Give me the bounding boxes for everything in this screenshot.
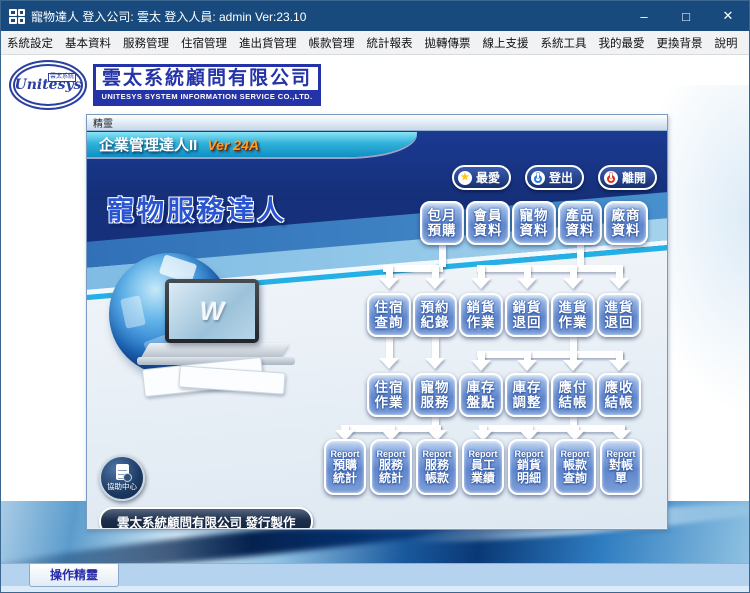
client-area: Unitesys 雲太系統 雲太系統顧問有限公司 UNITESYS SYSTEM… [1,55,749,563]
connector-line [577,245,584,267]
connector-arrow [609,278,629,289]
minimize-button[interactable]: – [623,1,665,31]
btn-payable-settlement[interactable]: 應付結帳 [551,373,595,417]
btn-purchase-return[interactable]: 進貨退回 [597,293,641,337]
btn-inventory-adjust[interactable]: 庫存調整 [505,373,549,417]
btn-report-prepurchase-stats[interactable]: Report預購統計 [324,439,366,495]
title-bar: 寵物達人 登入公司: 雲太 登入人員: admin Ver:23.10 – □ … [1,1,749,31]
connector-arrow [563,278,583,289]
help-doc-icon [116,464,129,480]
btn-purchase-operation[interactable]: 進貨作業 [551,293,595,337]
btn-reservation-record[interactable]: 預約紀錄 [413,293,457,337]
menu-favorites[interactable]: 我的最愛 [594,31,650,54]
menu-inout-goods-mgmt[interactable]: 進出貨管理 [234,31,302,54]
btn-inventory-count[interactable]: 庫存盤點 [459,373,503,417]
connector-line [432,337,439,359]
connector-arrow [517,278,537,289]
window-title: 寵物達人 登入公司: 雲太 登入人員: admin Ver:23.10 [31,8,306,25]
btn-product-data[interactable]: 產品資料 [558,201,602,245]
connector-line [524,265,531,279]
connector-line [386,265,393,279]
app-icon [9,9,25,24]
btn-report-service-stats[interactable]: Report服務統計 [370,439,412,495]
btn-pet-data[interactable]: 寵物資料 [512,201,556,245]
menu-online-support[interactable]: 線上支援 [478,31,534,54]
connector-arrow [379,278,399,289]
connector-line [479,425,625,432]
btn-lodging-inquiry[interactable]: 住宿查詢 [367,293,411,337]
favorite-button[interactable]: ★ 最愛 [452,165,511,190]
product-title: 企業管理達人II [99,134,197,155]
maximize-button[interactable]: □ [665,1,707,31]
connector-line [386,337,393,359]
menu-change-background[interactable]: 更換背景 [652,31,708,54]
btn-sales-return[interactable]: 銷貨退回 [505,293,549,337]
wizard-panel: 精靈 企業管理達人II Ver 24A ★ 最愛 [86,114,668,530]
btn-lodging-operation[interactable]: 住宿作業 [367,373,411,417]
connector-arrow [425,358,445,369]
connector-line [616,265,623,279]
connector-arrow [379,358,399,369]
exit-button[interactable]: 離開 [598,165,657,190]
connector-arrow [609,360,629,371]
menu-service-mgmt[interactable]: 服務管理 [118,31,174,54]
menu-voucher-transfer[interactable]: 拋轉傳票 [420,31,476,54]
btn-report-service-billing[interactable]: Report服務帳款 [416,439,458,495]
btn-monthly-prepurchase[interactable]: 包月預購 [420,201,464,245]
connector-line [477,351,623,358]
company-logo: Unitesys 雲太系統 雲太系統顧問有限公司 UNITESYS SYSTEM… [9,60,321,110]
help-center-button[interactable]: 協助中心 [99,455,145,501]
btn-report-employee-performance[interactable]: Report員工業績 [462,439,504,495]
menu-statistics-reports[interactable]: 統計報表 [362,31,418,54]
connector-arrow [471,360,491,371]
connector-line [478,265,485,279]
company-name-box: 雲太系統顧問有限公司 UNITESYS SYSTEM INFORMATION S… [93,64,321,106]
power-blue-icon [531,171,545,185]
btn-member-data[interactable]: 會員資料 [466,201,510,245]
menu-basic-data[interactable]: 基本資料 [60,31,116,54]
connector-arrow [517,360,537,371]
screen-letter: W [200,296,225,327]
btn-pet-service[interactable]: 寵物服務 [413,373,457,417]
connector-arrow [425,278,445,289]
power-red-icon [604,171,618,185]
menu-system-settings[interactable]: 系統設定 [2,31,58,54]
module-headline: 寵物服務達人 [107,189,287,228]
company-name-zh: 雲太系統顧問有限公司 [96,67,318,90]
menu-billing-mgmt[interactable]: 帳款管理 [304,31,360,54]
connector-line [432,265,439,279]
btn-report-billing-inquiry[interactable]: Report帳款查詢 [554,439,596,495]
logo-mini-text: 雲太系統 [48,73,76,82]
company-name-en: UNITESYS SYSTEM INFORMATION SERVICE CO.,… [96,90,318,103]
btn-report-sales-detail[interactable]: Report銷貨明細 [508,439,550,495]
menu-bar: 系統設定 基本資料 服務管理 住宿管理 進出貨管理 帳款管理 統計報表 拋轉傳票… [1,31,749,55]
tab-operation-wizard[interactable]: 操作精靈 [29,564,119,587]
close-button[interactable]: ✕ [707,1,749,31]
btn-report-statement[interactable]: Report對帳單 [600,439,642,495]
connector-arrow [563,360,583,371]
connector-line [570,265,577,279]
menu-lodging-mgmt[interactable]: 住宿管理 [176,31,232,54]
star-icon: ★ [458,171,472,185]
btn-receivable-settlement[interactable]: 應收結帳 [597,373,641,417]
logout-button[interactable]: 登出 [525,165,584,190]
laptop-keyboard [141,343,290,358]
unitesys-oval-logo: Unitesys 雲太系統 [9,60,87,110]
status-bar: 操作精靈 [1,563,749,586]
laptop-screen: W [165,279,259,343]
menu-help[interactable]: 說明 [710,31,743,54]
product-header: 企業管理達人II Ver 24A [87,132,417,157]
connector-arrow [471,278,491,289]
connector-line [477,265,623,272]
publisher-banner: 雲太系統顧問有限公司 發行製作 [99,507,313,528]
header-actions: ★ 最愛 登出 離開 [452,165,657,190]
wizard-body: 企業管理達人II Ver 24A ★ 最愛 登出 離開 [87,131,667,528]
btn-sales-operation[interactable]: 銷貨作業 [459,293,503,337]
connector-line [439,245,446,267]
btn-vendor-data[interactable]: 廠商資料 [604,201,648,245]
product-version: Ver 24A [207,137,259,153]
app-window: 寵物達人 登入公司: 雲太 登入人員: admin Ver:23.10 – □ … [0,0,750,593]
wizard-title-bar: 精靈 [87,115,667,131]
menu-system-tools[interactable]: 系統工具 [536,31,592,54]
